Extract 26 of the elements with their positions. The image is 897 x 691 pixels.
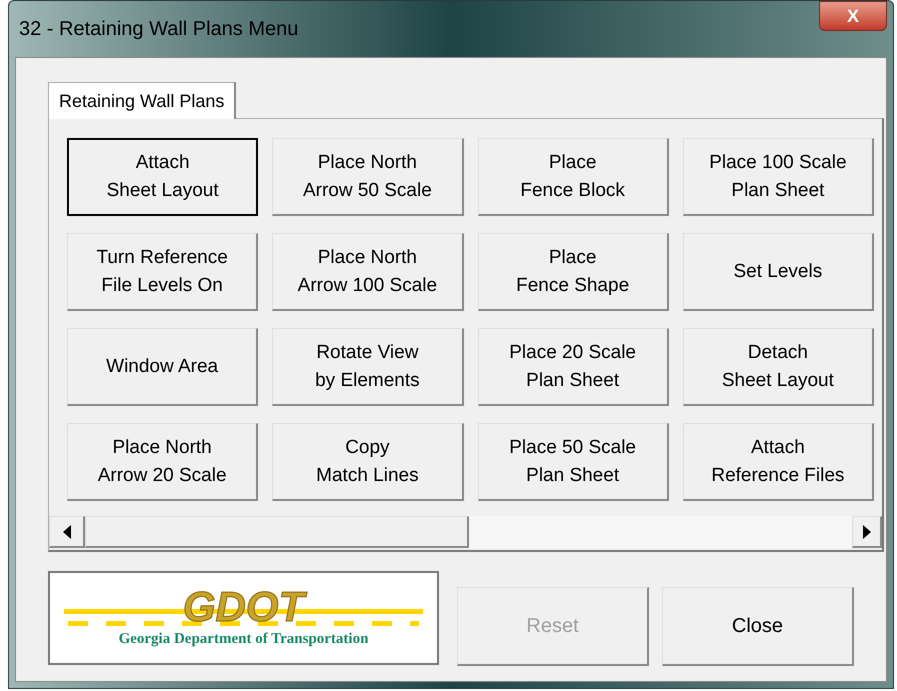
command-button[interactable]: Attach Reference Files	[682, 423, 874, 501]
window-title: 32 - Retaining Wall Plans Menu	[19, 17, 298, 42]
command-button[interactable]: Place 50 Scale Plan Sheet	[478, 423, 669, 501]
command-button[interactable]: Rotate View by Elements	[272, 328, 464, 406]
command-button[interactable]: Place Fence Shape	[478, 233, 669, 311]
command-button[interactable]: Detach Sheet Layout	[682, 328, 874, 406]
command-button[interactable]: Attach Sheet Layout	[67, 138, 258, 216]
command-button[interactable]: Place North Arrow 50 Scale	[272, 138, 464, 216]
dialog-button[interactable]: Close	[662, 587, 854, 666]
command-button[interactable]: Turn Reference File Levels On	[67, 233, 258, 311]
command-button[interactable]: Place Fence Block	[478, 138, 669, 216]
command-button[interactable]: Place North Arrow 20 Scale	[67, 423, 258, 501]
scroll-right-button[interactable]	[852, 516, 882, 548]
scrollbar-thumb[interactable]	[85, 516, 469, 548]
command-button[interactable]: Place 100 Scale Plan Sheet	[682, 138, 874, 216]
command-button[interactable]: Place North Arrow 100 Scale	[272, 233, 464, 311]
right-arrow-icon	[862, 524, 870, 538]
command-button[interactable]: Set Levels	[682, 233, 874, 311]
logo-caption: Georgia Department of Transportation	[118, 630, 368, 649]
horizontal-scrollbar[interactable]	[49, 516, 882, 548]
left-arrow-icon	[62, 524, 70, 538]
tab[interactable]: Retaining Wall Plans	[48, 82, 236, 119]
command-button[interactable]: Place 20 Scale Plan Sheet	[478, 328, 669, 406]
scroll-left-button[interactable]	[49, 516, 85, 548]
command-button[interactable]: Copy Match Lines	[272, 423, 464, 501]
command-button[interactable]: Window Area	[67, 328, 258, 406]
